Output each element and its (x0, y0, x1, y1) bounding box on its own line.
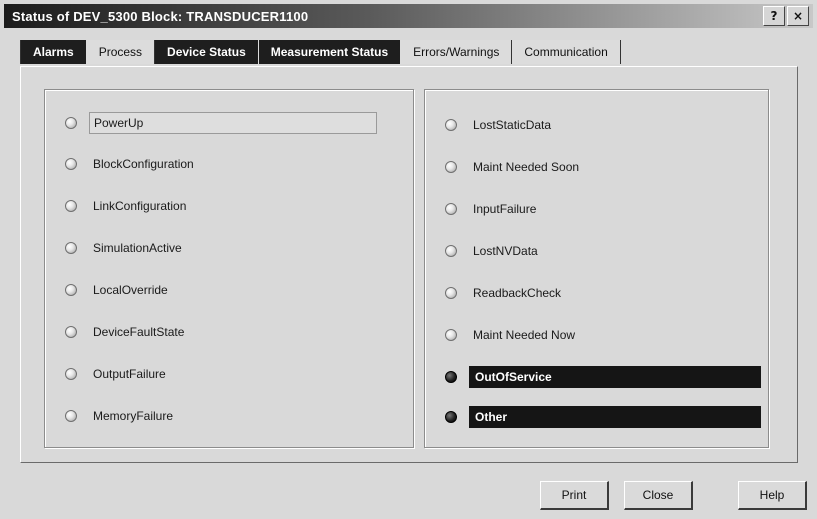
status-label: BlockConfiguration (93, 157, 194, 171)
indicator-led-icon (445, 329, 457, 341)
status-item-powerup[interactable]: PowerUp (65, 112, 377, 134)
indicator-led-icon (445, 119, 457, 131)
status-item-devicefaultstate[interactable]: DeviceFaultState (65, 321, 188, 343)
status-item-localoverride[interactable]: LocalOverride (65, 279, 172, 301)
close-icon[interactable]: × (787, 6, 809, 26)
status-item-simulationactive[interactable]: SimulationActive (65, 237, 186, 259)
status-item-lostnvdata[interactable]: LostNVData (445, 240, 542, 262)
tab-errors-warnings[interactable]: Errors/Warnings (401, 40, 513, 64)
status-item-outputfailure[interactable]: OutputFailure (65, 363, 170, 385)
status-item-outofservice[interactable]: OutOfService (445, 366, 761, 388)
status-label: DeviceFaultState (93, 325, 185, 339)
indicator-led-icon (65, 158, 77, 170)
status-item-loststaticdata[interactable]: LostStaticData (445, 114, 555, 136)
right-status-group: LostStaticData Maint Needed Soon InputFa… (424, 89, 769, 448)
status-item-blockconfiguration[interactable]: BlockConfiguration (65, 153, 198, 175)
tab-measurement-status[interactable]: Measurement Status (258, 40, 402, 64)
status-dialog: Status of DEV_5300 Block: TRANSDUCER1100… (0, 0, 817, 519)
indicator-led-icon (65, 284, 77, 296)
status-label: OutOfService (469, 366, 761, 388)
left-status-group: PowerUp BlockConfiguration LinkConfigura… (44, 89, 414, 448)
status-label: Other (469, 406, 761, 428)
tab-communication[interactable]: Communication (512, 40, 621, 64)
status-item-maint-needed-soon[interactable]: Maint Needed Soon (445, 156, 583, 178)
tab-content: PowerUp BlockConfiguration LinkConfigura… (20, 66, 798, 463)
print-button[interactable]: Print (540, 481, 609, 510)
indicator-led-icon (65, 410, 77, 422)
tab-strip: Alarms Process Device Status Measurement… (20, 40, 621, 64)
close-button[interactable]: Close (624, 481, 693, 510)
status-label: PowerUp (89, 112, 377, 134)
help-icon[interactable]: ? (763, 6, 785, 26)
status-label: LostNVData (473, 244, 538, 258)
status-item-maint-needed-now[interactable]: Maint Needed Now (445, 324, 579, 346)
indicator-led-icon (65, 242, 77, 254)
status-label: OutputFailure (93, 367, 166, 381)
indicator-led-icon (65, 117, 77, 129)
tab-device-status[interactable]: Device Status (155, 40, 259, 64)
status-label: LinkConfiguration (93, 199, 187, 213)
indicator-led-icon (445, 161, 457, 173)
status-item-other[interactable]: Other (445, 406, 761, 428)
indicator-led-icon (445, 411, 457, 423)
status-item-inputfailure[interactable]: InputFailure (445, 198, 540, 220)
status-label: LocalOverride (93, 283, 168, 297)
indicator-led-icon (65, 326, 77, 338)
indicator-led-icon (445, 371, 457, 383)
status-label: SimulationActive (93, 241, 182, 255)
window-title: Status of DEV_5300 Block: TRANSDUCER1100 (12, 8, 309, 24)
indicator-led-icon (445, 203, 457, 215)
status-label: Maint Needed Now (473, 328, 576, 342)
status-item-memoryfailure[interactable]: MemoryFailure (65, 405, 177, 427)
indicator-led-icon (445, 245, 457, 257)
status-item-linkconfiguration[interactable]: LinkConfiguration (65, 195, 190, 217)
title-buttons: ? × (763, 6, 809, 26)
indicator-led-icon (445, 287, 457, 299)
tab-alarms[interactable]: Alarms (20, 40, 87, 64)
indicator-led-icon (65, 200, 77, 212)
status-label: ReadbackCheck (473, 286, 562, 300)
title-bar[interactable]: Status of DEV_5300 Block: TRANSDUCER1100… (4, 4, 813, 28)
tab-process[interactable]: Process (86, 40, 156, 64)
help-button[interactable]: Help (738, 481, 807, 510)
status-label: Maint Needed Soon (473, 160, 580, 174)
status-item-readbackcheck[interactable]: ReadbackCheck (445, 282, 565, 304)
status-label: LostStaticData (473, 118, 552, 132)
status-label: InputFailure (473, 202, 537, 216)
status-label: MemoryFailure (93, 409, 174, 423)
indicator-led-icon (65, 368, 77, 380)
